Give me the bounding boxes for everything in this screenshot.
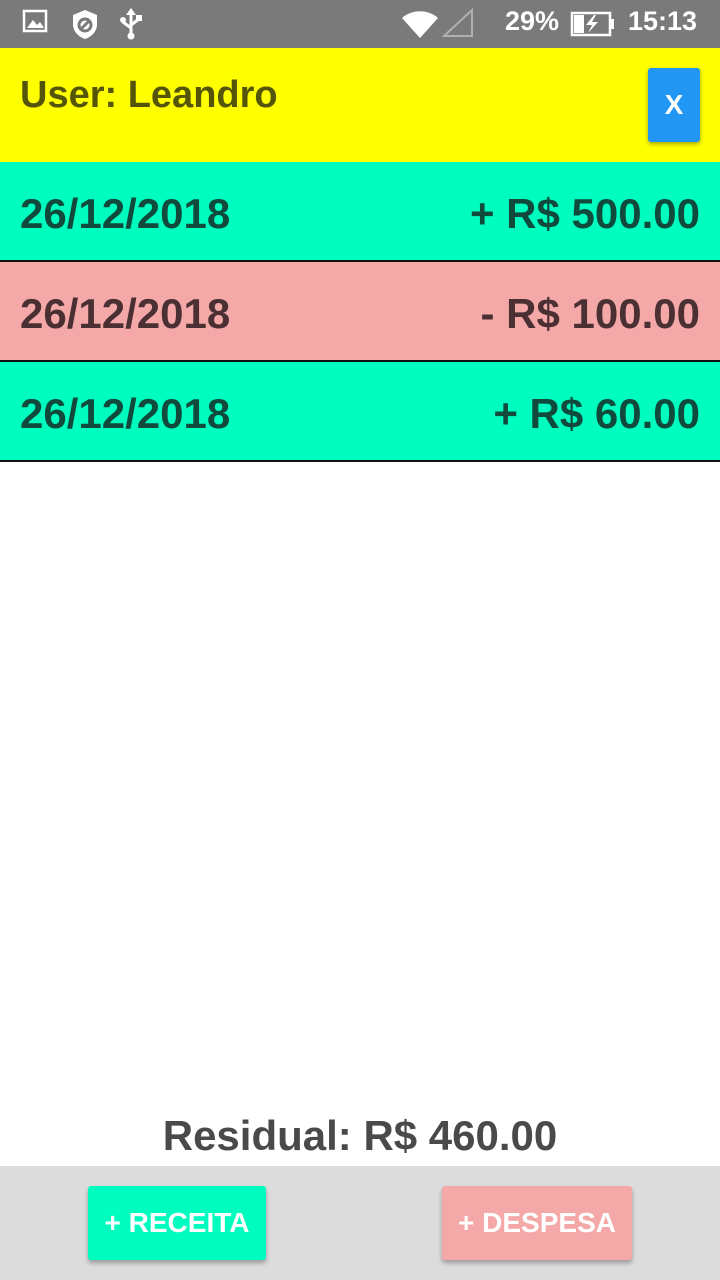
close-button[interactable]: X — [648, 68, 700, 142]
add-receita-button[interactable]: + RECEITA — [88, 1186, 266, 1260]
transaction-date: 26/12/2018 — [20, 190, 231, 237]
transaction-amount: - R$ 100.00 — [480, 290, 700, 337]
wifi-icon — [402, 11, 438, 38]
usb-icon — [120, 8, 142, 40]
close-label: X — [664, 89, 684, 120]
transaction-row[interactable]: 26/12/2018 + R$ 500.00 — [0, 162, 720, 262]
residual-balance: Residual: R$ 460.00 — [162, 1112, 558, 1159]
transaction-date: 26/12/2018 — [20, 390, 231, 437]
add-despesa-label: + DESPESA — [458, 1207, 616, 1238]
transaction-amount: + R$ 500.00 — [469, 190, 700, 237]
transaction-date: 26/12/2018 — [20, 290, 231, 337]
battery-percentage: 29% — [505, 6, 560, 36]
battery-charging-icon — [570, 11, 614, 37]
status-bar: 29% 15:13 — [0, 0, 720, 48]
transaction-amount: + R$ 60.00 — [493, 390, 700, 437]
signal-icon — [442, 8, 473, 37]
transaction-row[interactable]: 26/12/2018 + R$ 60.00 — [0, 362, 720, 462]
bottom-bar: + RECEITA + DESPESA — [0, 1166, 720, 1280]
user-label: User: Leandro — [20, 74, 278, 116]
image-icon — [22, 9, 48, 33]
transaction-row[interactable]: 26/12/2018 - R$ 100.00 — [0, 262, 720, 362]
clock: 15:13 — [628, 6, 698, 36]
add-receita-label: + RECEITA — [104, 1207, 250, 1238]
header: User: Leandro X — [0, 48, 720, 162]
block-icon — [73, 10, 97, 39]
add-despesa-button[interactable]: + DESPESA — [442, 1186, 632, 1260]
